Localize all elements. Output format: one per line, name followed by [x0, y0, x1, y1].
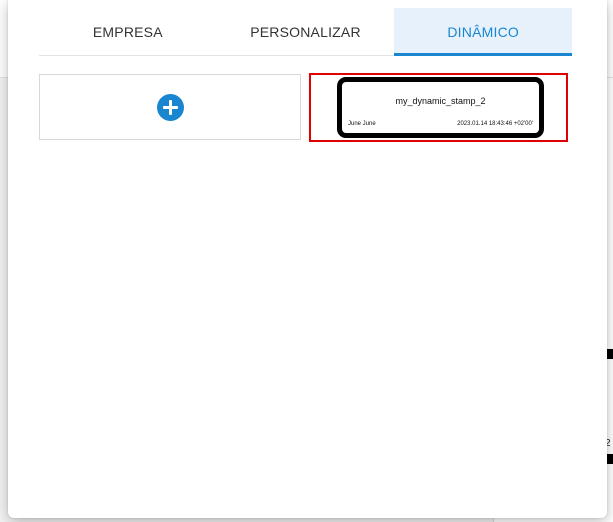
- dynamic-stamp-card[interactable]: my_dynamic_stamp_2 June June 2023.01.14 …: [309, 73, 568, 142]
- tab-empresa[interactable]: EMPRESA: [39, 8, 217, 55]
- tab-dinamico[interactable]: DINÂMICO: [394, 8, 573, 56]
- stamp-preview: my_dynamic_stamp_2 June June 2023.01.14 …: [337, 77, 544, 138]
- stamp-dialog: EMPRESA PERSONALIZAR DINÂMICO my_dynamic…: [8, 0, 607, 518]
- background-marker: [607, 454, 613, 464]
- tab-bar: EMPRESA PERSONALIZAR DINÂMICO: [39, 8, 573, 56]
- plus-circle-icon: [156, 93, 184, 121]
- tab-personalizar[interactable]: PERSONALIZAR: [217, 8, 395, 55]
- add-stamp-button[interactable]: [39, 74, 301, 140]
- stamp-timestamp: 2023.01.14 18:43:46 +02'00': [457, 121, 533, 127]
- stamp-author: June June: [348, 121, 376, 127]
- stamp-title: my_dynamic_stamp_2: [395, 96, 486, 106]
- background-marker: [607, 349, 613, 359]
